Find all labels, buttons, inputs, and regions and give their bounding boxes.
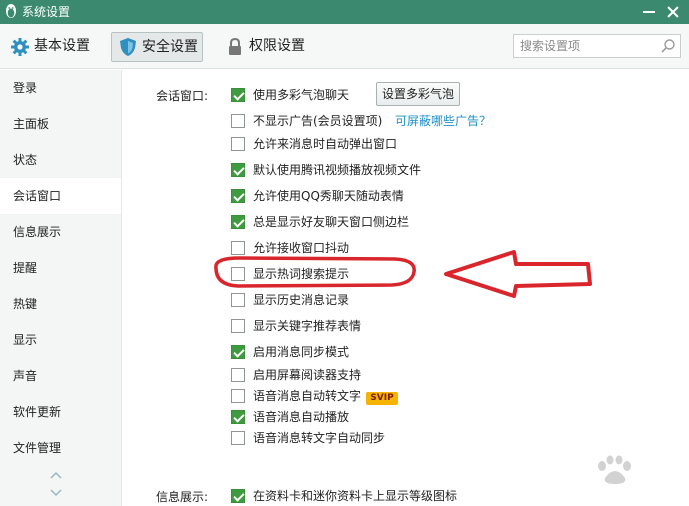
sidebar-item-file-management[interactable]: 文件管理 xyxy=(0,430,121,466)
checkbox[interactable] xyxy=(231,319,245,333)
checkbox[interactable] xyxy=(231,345,245,359)
title-bar: 系统设置 xyxy=(0,0,689,24)
checkbox[interactable] xyxy=(231,137,245,151)
blockable-ads-link[interactable]: 可屏蔽哪些广告？ xyxy=(395,112,491,129)
svip-badge: SVIP xyxy=(366,392,398,405)
checkbox[interactable] xyxy=(231,489,245,503)
lock-icon xyxy=(229,37,241,55)
checkbox[interactable] xyxy=(231,215,245,229)
tab-basic-settings[interactable]: 基本设置 xyxy=(10,32,100,62)
checkbox[interactable] xyxy=(231,293,245,307)
checkbox[interactable] xyxy=(231,431,245,445)
option-label: 允许接收窗口抖动 xyxy=(253,241,350,255)
checkbox[interactable] xyxy=(231,389,245,403)
option-label: 显示历史消息记录 xyxy=(253,293,350,307)
checkbox[interactable] xyxy=(231,368,245,382)
tab-permission-settings[interactable]: 权限设置 xyxy=(225,32,315,62)
checkbox[interactable] xyxy=(231,189,245,203)
checkbox[interactable] xyxy=(231,163,245,177)
search-input[interactable] xyxy=(520,38,654,54)
shield-icon xyxy=(120,38,136,56)
option-label: 语音消息自动播放 xyxy=(253,410,350,424)
sidebar-item-software-update[interactable]: 软件更新 xyxy=(0,394,121,430)
option-label: 默认使用腾讯视频播放视频文件 xyxy=(253,163,422,177)
option-label: 显示热词搜索提示 xyxy=(253,267,350,281)
option-label: 总是显示好友聊天窗口侧边栏 xyxy=(253,215,410,229)
search-icon[interactable] xyxy=(660,38,676,54)
settings-tab-bar: 基本设置 安全设置 权限设置 xyxy=(0,24,689,69)
settings-sidebar: 登录 主面板 状态 会话窗口 信息展示 提醒 热键 显示 声音 软件更新 文件管… xyxy=(0,70,122,506)
sidebar-item-status[interactable]: 状态 xyxy=(0,142,121,178)
tab-label: 权限设置 xyxy=(249,38,305,54)
tab-label: 基本设置 xyxy=(34,38,90,54)
sidebar-item-display[interactable]: 显示 xyxy=(0,322,121,358)
sidebar-item-main-panel[interactable]: 主面板 xyxy=(0,106,121,142)
set-colorful-bubble-button[interactable]: 设置多彩气泡 xyxy=(376,82,460,106)
option-label: 不显示广告(会员设置项) xyxy=(253,114,383,128)
checkbox[interactable] xyxy=(231,410,245,424)
sidebar-item-reminder[interactable]: 提醒 xyxy=(0,250,121,286)
qq-penguin-icon xyxy=(6,4,16,18)
checkbox[interactable] xyxy=(231,114,245,128)
option-label: 显示关键字推荐表情 xyxy=(253,319,362,333)
option-label: 语音消息自动转文字 xyxy=(253,389,362,403)
option-label: 使用多彩气泡聊天 xyxy=(253,88,350,102)
sidebar-item-sound[interactable]: 声音 xyxy=(0,358,121,394)
tab-label: 安全设置 xyxy=(142,39,198,55)
section-label-session: 会话窗口: xyxy=(156,89,209,103)
sidebar-item-hotkeys[interactable]: 热键 xyxy=(0,286,121,322)
checkbox[interactable] xyxy=(231,241,245,255)
scroll-down-icon[interactable] xyxy=(49,488,63,498)
tab-security-settings[interactable]: 安全设置 xyxy=(111,32,203,62)
option-label: 在资料卡和迷你资料卡上显示等级图标 xyxy=(253,489,458,503)
checkbox[interactable] xyxy=(231,88,245,102)
option-label: 允许来消息时自动弹出窗口 xyxy=(253,137,398,151)
option-label: 允许使用QQ秀聊天随动表情 xyxy=(253,189,404,203)
settings-content: 会话窗口: 使用多彩气泡聊天 设置多彩气泡 不显示广告(会员设置项) 可屏蔽哪些… xyxy=(122,70,689,506)
sidebar-item-info-display[interactable]: 信息展示 xyxy=(0,214,121,250)
search-box[interactable] xyxy=(513,34,681,58)
option-label: 语音消息转文字自动同步 xyxy=(253,431,386,445)
option-label: 启用消息同步模式 xyxy=(253,345,350,359)
minimize-icon[interactable] xyxy=(639,4,659,20)
sidebar-item-login[interactable]: 登录 xyxy=(0,70,121,106)
close-icon[interactable] xyxy=(663,2,683,22)
sidebar-item-session-window[interactable]: 会话窗口 xyxy=(0,178,121,214)
option-label: 启用屏幕阅读器支持 xyxy=(253,368,362,382)
gear-icon xyxy=(11,38,29,56)
section-label-info-display: 信息展示: xyxy=(156,490,209,504)
window-title: 系统设置 xyxy=(22,5,71,19)
checkbox[interactable] xyxy=(231,267,245,281)
scroll-up-icon[interactable] xyxy=(49,470,63,480)
